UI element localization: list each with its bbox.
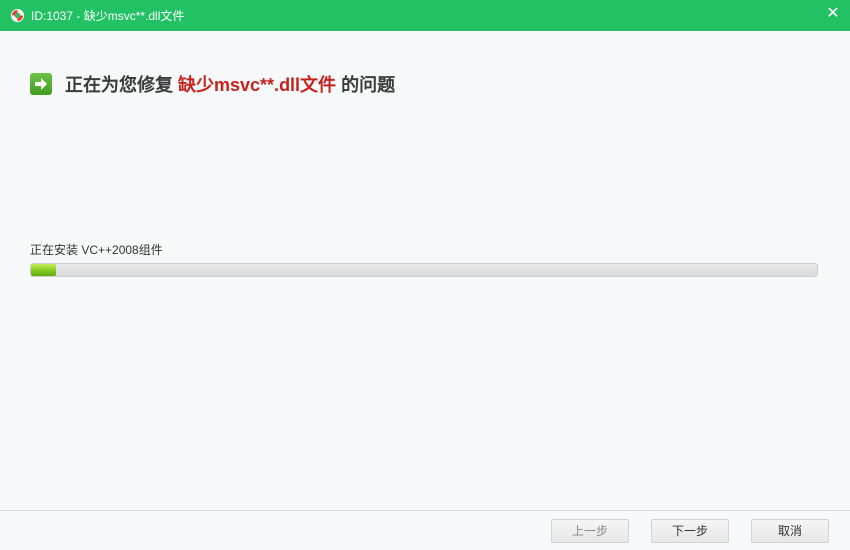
install-status: 正在安装 VC++2008组件 xyxy=(30,243,163,257)
close-icon[interactable]: ✕ xyxy=(826,5,839,22)
close-button[interactable]: ✕ xyxy=(824,5,842,23)
heading-text: 正在为您修复 缺少msvc**.dll文件 的问题 xyxy=(65,71,395,97)
next-button[interactable]: 下一步 xyxy=(651,519,729,543)
lifebuoy-icon xyxy=(10,8,25,23)
window-title: ID:1037 - 缺少msvc**.dll文件 xyxy=(31,9,185,23)
heading-suffix: 的问题 xyxy=(341,75,396,95)
prev-button[interactable]: 上一步 xyxy=(551,519,629,543)
heading-prefix: 正在为您修复 xyxy=(65,75,173,95)
footer-divider xyxy=(0,510,850,511)
problem-name: 缺少msvc**.dll文件 xyxy=(178,75,337,95)
title-bar: ID:1037 - 缺少msvc**.dll文件 ✕ xyxy=(0,0,850,31)
repair-heading: 正在为您修复 缺少msvc**.dll文件 的问题 xyxy=(30,72,395,96)
progress-fill xyxy=(31,264,57,276)
cancel-button[interactable]: 取消 xyxy=(751,519,829,543)
progress-bar xyxy=(30,263,818,277)
arrow-right-icon xyxy=(30,73,52,95)
